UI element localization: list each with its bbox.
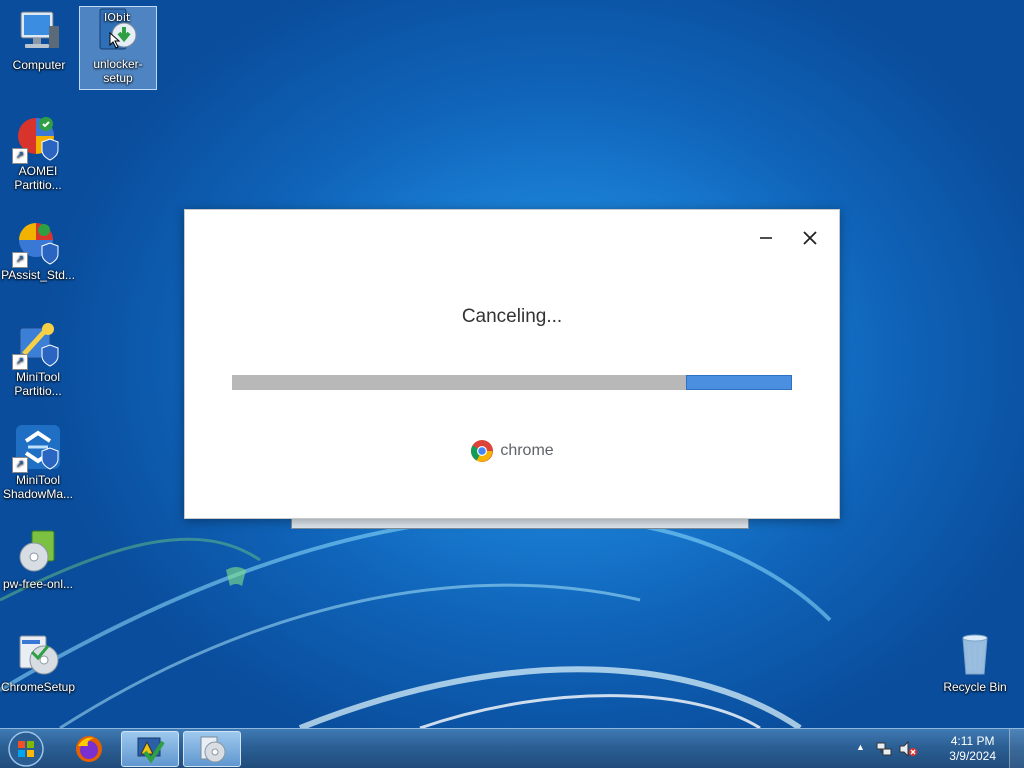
chrome-brand-text: chrome bbox=[500, 442, 554, 459]
clock-date: 3/9/2024 bbox=[949, 749, 996, 763]
desktop-icon-label: ChromeSetup bbox=[0, 680, 76, 694]
shortcut-arrow-icon: ↗ bbox=[12, 354, 28, 370]
shortcut-arrow-icon: ↗ bbox=[12, 457, 28, 473]
desktop-icon-passist[interactable]: ↗ PAssist_Std... bbox=[0, 218, 76, 282]
windows-logo-icon bbox=[8, 731, 44, 767]
shortcut-arrow-icon: ↗ bbox=[12, 148, 28, 164]
setup-disc-icon bbox=[200, 736, 226, 763]
installer-status-text: Canceling... bbox=[461, 306, 563, 327]
aomei-partition-icon: ↗ bbox=[12, 114, 62, 164]
desktop-icon-recycle-bin[interactable]: Recycle Bin bbox=[937, 630, 1013, 694]
recycle-bin-icon bbox=[951, 630, 999, 678]
chrome-brand: chrome bbox=[185, 439, 839, 463]
desktop-icon-label: AOMEI Partitio... bbox=[14, 164, 62, 192]
package-disc-icon bbox=[14, 527, 62, 575]
desktop-icon-label: unlocker-setup bbox=[93, 57, 143, 85]
desktop-icon-chromesetup[interactable]: ChromeSetup bbox=[0, 630, 76, 694]
desktop-icon-label: PAssist_Std... bbox=[1, 268, 75, 282]
network-icon[interactable] bbox=[876, 741, 892, 757]
taskbar-firefox-button[interactable] bbox=[60, 731, 118, 767]
progress-bar-fill bbox=[685, 375, 792, 390]
show-desktop-button[interactable] bbox=[1009, 729, 1024, 768]
shortcut-arrow-icon: ↗ bbox=[12, 252, 28, 268]
desktop-icon-computer[interactable]: Computer bbox=[1, 8, 77, 72]
setup-disc-icon bbox=[14, 630, 62, 678]
desktop-icon-pw-free-online[interactable]: pw-free-onl... bbox=[0, 527, 76, 591]
minimize-button[interactable] bbox=[750, 222, 782, 254]
taskbar-task-button-2[interactable] bbox=[183, 731, 241, 767]
desktop-icon-label: pw-free-onl... bbox=[2, 577, 74, 591]
volume-muted-icon[interactable] bbox=[899, 741, 917, 757]
desktop-icon-minitool-partition[interactable]: ↗ MiniTool Partitio... bbox=[0, 320, 76, 398]
show-hidden-icons-button[interactable]: ▲ bbox=[856, 742, 865, 752]
desktop[interactable]: Computer IObit unlocker-setup ↗ AOMEI Pa… bbox=[0, 0, 1024, 768]
minitool-shadowmaker-icon: ↗ bbox=[12, 423, 62, 473]
desktop-icon-label: MiniTool Partitio... bbox=[14, 370, 62, 398]
chrome-installer-dialog: Canceling... chrome bbox=[184, 209, 840, 519]
checkmark-warning-app-icon bbox=[137, 737, 165, 764]
minimize-icon bbox=[760, 237, 772, 239]
desktop-icon-unlocker-setup[interactable]: IObit unlocker-setup bbox=[79, 6, 157, 90]
taskbar: ▲ 4:11 PM 3/9/2024 bbox=[0, 728, 1024, 768]
svg-text:IObit: IObit bbox=[104, 11, 131, 24]
desktop-icon-minitool-shadowmaker[interactable]: ↗ MiniTool ShadowMa... bbox=[0, 423, 76, 501]
passist-icon: ↗ bbox=[12, 218, 62, 268]
wallpaper-logo bbox=[226, 567, 246, 586]
desktop-icon-aomei-partition[interactable]: ↗ AOMEI Partitio... bbox=[0, 114, 76, 192]
desktop-icon-label: Recycle Bin bbox=[943, 680, 1007, 694]
start-button[interactable] bbox=[6, 730, 46, 768]
clock-time: 4:11 PM bbox=[950, 734, 995, 748]
installer-icon: IObit bbox=[94, 7, 142, 55]
close-icon bbox=[803, 231, 817, 245]
firefox-icon bbox=[76, 736, 102, 762]
system-tray: ▲ 4:11 PM 3/9/2024 bbox=[854, 729, 1024, 768]
installer-progress-bar bbox=[232, 375, 792, 390]
minitool-partition-icon: ↗ bbox=[12, 320, 62, 370]
desktop-icon-label: Computer bbox=[12, 58, 66, 72]
close-button[interactable] bbox=[794, 222, 826, 254]
chrome-logo-icon bbox=[471, 440, 494, 462]
clock[interactable]: 4:11 PM 3/9/2024 bbox=[949, 734, 996, 764]
computer-icon bbox=[15, 8, 63, 56]
desktop-icon-label: MiniTool ShadowMa... bbox=[2, 473, 74, 501]
taskbar-task-button-1[interactable] bbox=[121, 731, 179, 767]
